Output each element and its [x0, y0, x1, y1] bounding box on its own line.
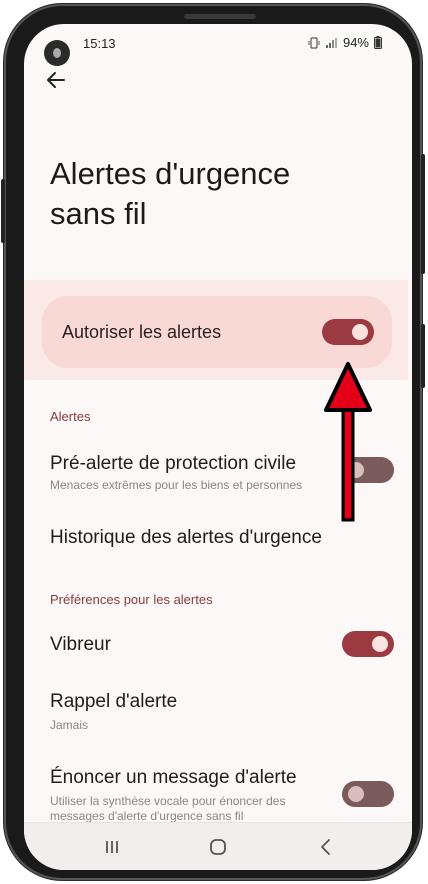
- vibrate-title: Vibreur: [50, 634, 111, 655]
- alert-reminder-title: Rappel d'alerte: [50, 691, 178, 712]
- main-switch-card[interactable]: Autoriser les alertes: [42, 296, 392, 368]
- side-button: [421, 324, 425, 388]
- vibrate-toggle[interactable]: [342, 631, 394, 657]
- recent-apps-icon[interactable]: [100, 835, 124, 859]
- page-title: Alertes d'urgence sans fil: [50, 156, 291, 231]
- vibrate-icon: [308, 36, 320, 49]
- civil-protection-subtitle: Menaces extrêmes pour les biens et perso…: [50, 478, 303, 492]
- section-header-alerts: Alertes: [50, 409, 91, 424]
- back-arrow-icon[interactable]: [44, 68, 68, 92]
- civil-protection-title: Pré-alerte de protection civile: [50, 453, 297, 474]
- back-nav-icon[interactable]: [314, 835, 338, 859]
- home-icon[interactable]: [206, 835, 230, 859]
- battery-percent: 94%: [342, 35, 369, 50]
- annotation-arrow-icon: [324, 362, 372, 522]
- toggle-knob: [372, 636, 388, 652]
- main-alerts-toggle[interactable]: [322, 319, 374, 345]
- main-switch-label: Autoriser les alertes: [62, 322, 222, 342]
- toggle-knob: [352, 324, 368, 340]
- alert-history-item[interactable]: Historique des alertes d'urgence: [50, 527, 322, 549]
- signal-icon: [325, 37, 337, 48]
- speak-alert-title: Énoncer un message d'alerte: [50, 767, 297, 788]
- status-time: 15:13: [83, 36, 116, 51]
- status-bar: 15:13 94%: [24, 24, 412, 66]
- front-camera-icon: [44, 40, 70, 66]
- navigation-bar: [24, 822, 412, 870]
- speak-alert-toggle[interactable]: [342, 781, 394, 807]
- speak-alert-subtitle: Utiliser la synthèse vocale pour énoncer…: [50, 794, 286, 823]
- toggle-knob: [348, 786, 364, 802]
- power-button: [421, 154, 425, 274]
- earpiece-speaker: [184, 14, 256, 19]
- battery-icon: [374, 36, 382, 49]
- section-header-preferences: Préférences pour les alertes: [50, 592, 213, 607]
- volume-button: [1, 179, 5, 243]
- status-icons: 94%: [308, 35, 382, 50]
- alert-reminder-subtitle: Jamais: [50, 718, 89, 732]
